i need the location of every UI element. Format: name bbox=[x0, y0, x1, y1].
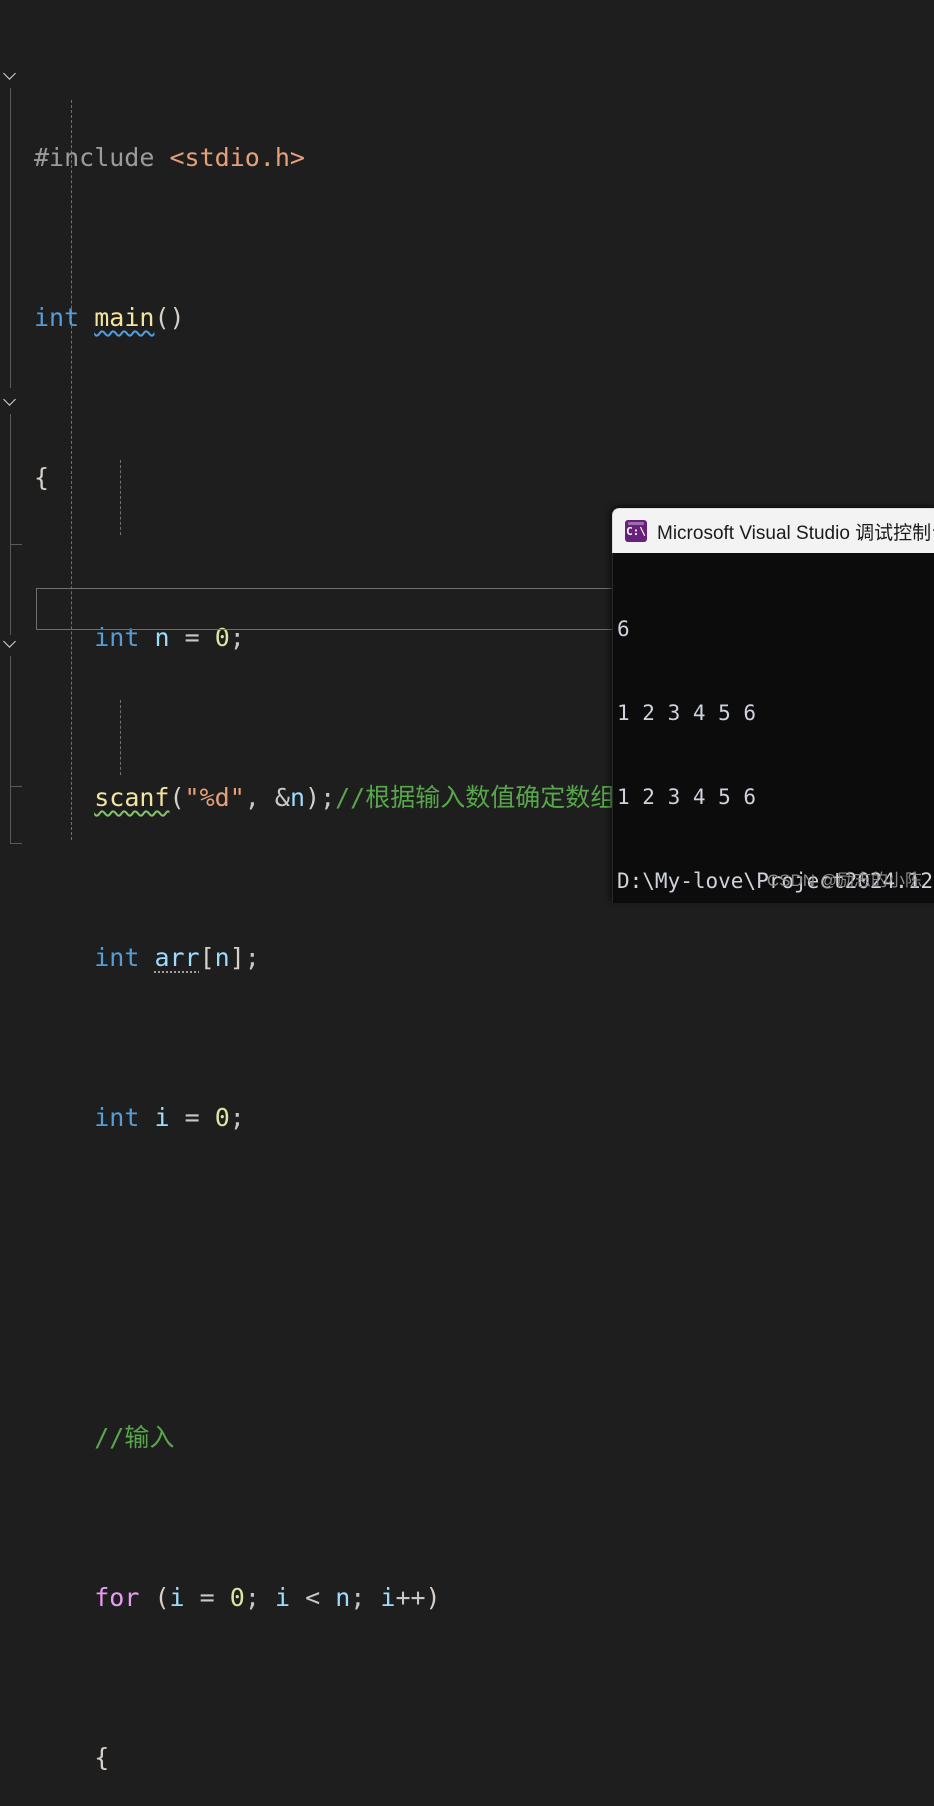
token-paren-open: ( bbox=[154, 1583, 170, 1612]
token-paren-close: ) bbox=[425, 1583, 441, 1612]
code-line-6[interactable]: int arr[n]; bbox=[34, 938, 690, 978]
token-keyword-int: int bbox=[94, 943, 140, 972]
code-line-5[interactable]: scanf("%d", &n);//根据输入数值确定数组的大小 bbox=[34, 778, 690, 818]
token-keyword-int: int bbox=[34, 303, 80, 332]
fold-guide-line-mid bbox=[10, 545, 11, 635]
token-comma: , bbox=[244, 783, 275, 812]
code-text[interactable]: #include <stdio.h> int main() { int n = … bbox=[34, 18, 690, 1806]
token-semicolon: ; bbox=[350, 1583, 366, 1612]
token-var-n: n bbox=[335, 1583, 351, 1612]
console-titlebar[interactable]: C:\ Microsoft Visual Studio 调试控制台 bbox=[612, 508, 934, 553]
console-output-area[interactable]: 6 1 2 3 4 5 6 1 2 3 4 5 6 D:\My-love\Pro… bbox=[612, 553, 934, 903]
token-function-scanf: scanf bbox=[94, 783, 170, 812]
code-line-1[interactable]: #include <stdio.h> bbox=[34, 138, 690, 178]
fold-guide-line-for-input bbox=[10, 414, 11, 544]
token-semicolon: ; bbox=[229, 1103, 245, 1132]
token-semicolon: ; bbox=[244, 943, 260, 972]
token-semicolon: ; bbox=[244, 1583, 260, 1612]
token-include-directive: #include bbox=[34, 143, 155, 172]
fold-guide-line-main bbox=[10, 88, 11, 388]
fold-guide-line-for-output bbox=[10, 656, 11, 786]
console-output-line: 1 2 3 4 5 6 bbox=[617, 701, 757, 725]
csdn-watermark: CSDN @励志的小陈 bbox=[766, 871, 922, 890]
console-icon-glyph: C:\ bbox=[626, 524, 646, 538]
token-paren-close: ) bbox=[305, 783, 321, 812]
code-line-7[interactable]: int i = 0; bbox=[34, 1098, 690, 1138]
token-paren-open: ( bbox=[169, 783, 185, 812]
token-assign: = bbox=[199, 1583, 215, 1612]
code-line-8-blank[interactable] bbox=[34, 1258, 690, 1298]
token-open-brace: { bbox=[94, 1743, 110, 1772]
token-header-name: <stdio.h> bbox=[169, 143, 305, 172]
console-window-title: Microsoft Visual Studio 调试控制台 bbox=[657, 522, 934, 544]
console-cmd-icon: C:\ bbox=[625, 520, 647, 542]
token-var-arr[interactable]: arr bbox=[154, 943, 199, 972]
fold-end-tick-output bbox=[10, 786, 22, 787]
token-var-i: i bbox=[380, 1583, 396, 1612]
debug-console-window[interactable]: C:\ Microsoft Visual Studio 调试控制台 6 1 2 … bbox=[612, 508, 934, 903]
fold-chevron-icon-for-output[interactable] bbox=[2, 634, 20, 652]
token-comment-input: //输入 bbox=[94, 1423, 175, 1452]
code-line-4[interactable]: int n = 0; bbox=[34, 618, 690, 658]
token-keyword-int: int bbox=[94, 623, 140, 652]
token-address-of: & bbox=[274, 783, 290, 812]
token-less-than: < bbox=[305, 1583, 321, 1612]
console-icon-topbar bbox=[628, 522, 644, 525]
console-output-line: 6 bbox=[617, 617, 630, 641]
token-open-brace: { bbox=[34, 463, 50, 492]
code-line-3[interactable]: { bbox=[34, 458, 690, 498]
code-line-2[interactable]: int main() bbox=[34, 298, 690, 338]
token-assign: = bbox=[184, 1103, 200, 1132]
fold-end-tick-main bbox=[10, 843, 22, 844]
token-keyword-for: for bbox=[94, 1583, 140, 1612]
fold-chevron-icon-for-input[interactable] bbox=[2, 392, 20, 410]
console-output-line: 1 2 3 4 5 6 bbox=[617, 785, 757, 809]
token-keyword-int: int bbox=[94, 1103, 140, 1132]
code-line-10[interactable]: for (i = 0; i < n; i++) bbox=[34, 1578, 690, 1618]
token-var-i: i bbox=[274, 1583, 290, 1612]
token-semicolon: ; bbox=[229, 623, 245, 652]
token-var-i: i bbox=[154, 1103, 170, 1132]
code-line-9[interactable]: //输入 bbox=[34, 1418, 690, 1458]
token-number-zero: 0 bbox=[214, 623, 230, 652]
token-number-zero: 0 bbox=[214, 1103, 230, 1132]
token-assign: = bbox=[184, 623, 200, 652]
fold-chevron-icon-main[interactable] bbox=[2, 66, 20, 84]
token-format-string: "%d" bbox=[184, 783, 245, 812]
token-var-n: n bbox=[154, 623, 170, 652]
token-number-zero: 0 bbox=[229, 1583, 245, 1612]
code-line-11[interactable]: { bbox=[34, 1738, 690, 1778]
token-bracket-close: ] bbox=[229, 943, 245, 972]
token-function-main: main bbox=[94, 303, 155, 332]
token-parens: () bbox=[154, 303, 185, 332]
token-var-i: i bbox=[169, 1583, 185, 1612]
token-var-n: n bbox=[289, 783, 305, 812]
token-var-n: n bbox=[214, 943, 230, 972]
token-bracket-open: [ bbox=[199, 943, 215, 972]
fold-guide-line-end bbox=[10, 787, 11, 843]
token-increment: ++ bbox=[395, 1583, 426, 1612]
token-semicolon: ; bbox=[320, 783, 336, 812]
fold-end-tick-input bbox=[10, 544, 22, 545]
folding-gutter[interactable] bbox=[0, 0, 34, 903]
